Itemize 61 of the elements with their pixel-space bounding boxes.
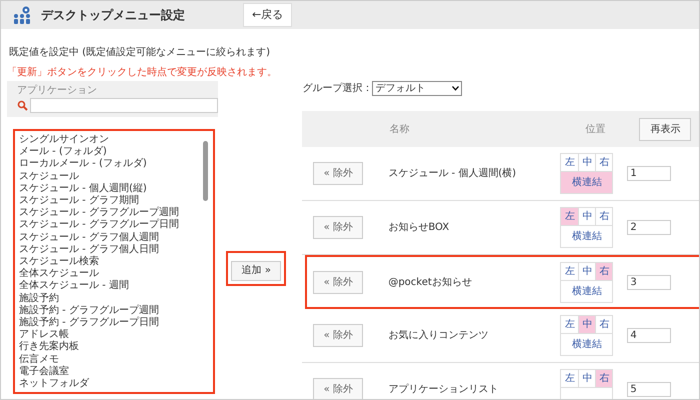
remove-button[interactable]: « 除外 — [313, 216, 364, 239]
join-option[interactable]: 横連結 — [561, 171, 612, 193]
menu-name: @pocketお知らせ — [388, 276, 473, 290]
chevron-icon — [452, 86, 460, 90]
list-option[interactable]: アドレス帳 — [19, 329, 213, 342]
list-option[interactable]: スケジュール - グラフ個人日間 — [19, 244, 213, 256]
position-option[interactable]: 右 — [595, 208, 612, 225]
list-option[interactable]: 電子会議室 — [19, 366, 213, 378]
list-option[interactable]: 施設予約 - グラフグループ日間 — [19, 317, 213, 330]
list-option[interactable]: スケジュール - グラフ個人週間 — [19, 232, 213, 244]
group-select[interactable]: デフォルト — [372, 80, 462, 96]
application-listbox[interactable] — [13, 129, 215, 394]
position-option[interactable]: 左 — [561, 208, 578, 225]
column-header: 名称 — [389, 122, 410, 136]
position-option[interactable]: 右 — [595, 370, 612, 387]
position-option[interactable]: 右 — [595, 262, 612, 280]
menu-name: スケジュール - 個人週間(横) — [388, 166, 518, 181]
order-field[interactable]: 5 — [627, 382, 672, 397]
scrollbar — [203, 141, 208, 201]
order-field[interactable]: 1 — [627, 166, 672, 181]
order-field[interactable]: 2 — [627, 220, 672, 235]
page-title: デスクトップメニュー設定 — [41, 7, 185, 24]
list-option[interactable]: スケジュール - グラフグループ週間 — [19, 207, 213, 220]
filter-label: アプリケーション — [17, 84, 98, 98]
list-option[interactable]: スケジュール - 個人週間(縦) — [19, 182, 213, 196]
list-option[interactable]: 施設予約 — [19, 292, 213, 305]
menu-name: お知らせBOX — [388, 221, 450, 235]
filter-field[interactable] — [30, 98, 218, 113]
list-option[interactable]: ローカルメール - (フォルダ) — [19, 158, 213, 171]
group-select-label: グループ選択： — [302, 82, 372, 96]
list-option[interactable]: スケジュール - グラフ期間 — [19, 195, 213, 208]
position-option[interactable]: 右 — [595, 316, 612, 333]
list-option[interactable]: 行き先案内板 — [19, 341, 213, 354]
warning-text: 「更新」ボタンをクリックした時点で変更が反映されます。 — [7, 66, 278, 79]
position-option[interactable]: 中 — [578, 316, 596, 333]
remove-button[interactable]: « 除外 — [313, 162, 364, 185]
remove-button[interactable]: « 除外 — [313, 378, 364, 399]
list-option[interactable]: ネットフォルダ — [19, 378, 213, 390]
list-option[interactable]: スケジュール — [19, 170, 213, 183]
menu-name: お気に入りコンテンツ — [388, 328, 490, 343]
info-text: 既定値を設定中 (既定値設定可能なメニューに絞られます) — [9, 46, 271, 59]
search-icon — [17, 100, 28, 111]
list-option[interactable]: スケジュール検索 — [19, 256, 213, 268]
refresh-button[interactable]: 再表示 — [639, 118, 692, 140]
list-option[interactable]: メール - (フォルダ) — [19, 146, 213, 158]
list-option[interactable]: 施設予約 - グラフグループ週間 — [19, 304, 213, 318]
people-gear-icon — [11, 5, 33, 25]
remove-button[interactable]: « 除外 — [313, 270, 364, 294]
list-option[interactable]: 全体スケジュール — [19, 268, 213, 280]
list-option[interactable]: 全体スケジュール - 週間 — [19, 280, 213, 293]
column-header: 位置 — [584, 122, 606, 136]
order-field[interactable]: 4 — [627, 328, 672, 343]
list-option[interactable]: シングルサインオン — [19, 134, 213, 146]
list-option[interactable]: 伝言メモ — [19, 354, 213, 366]
list-option[interactable]: スケジュール - グラフグループ日間 — [19, 219, 213, 232]
back-button[interactable]: ←戻る — [243, 3, 292, 27]
order-field[interactable]: 3 — [627, 274, 672, 290]
remove-button[interactable]: « 除外 — [313, 324, 364, 347]
menu-name: アプリケーションリスト — [388, 382, 500, 397]
add-button[interactable]: 追加 » — [231, 260, 282, 280]
position-option[interactable]: 右 — [595, 154, 612, 171]
